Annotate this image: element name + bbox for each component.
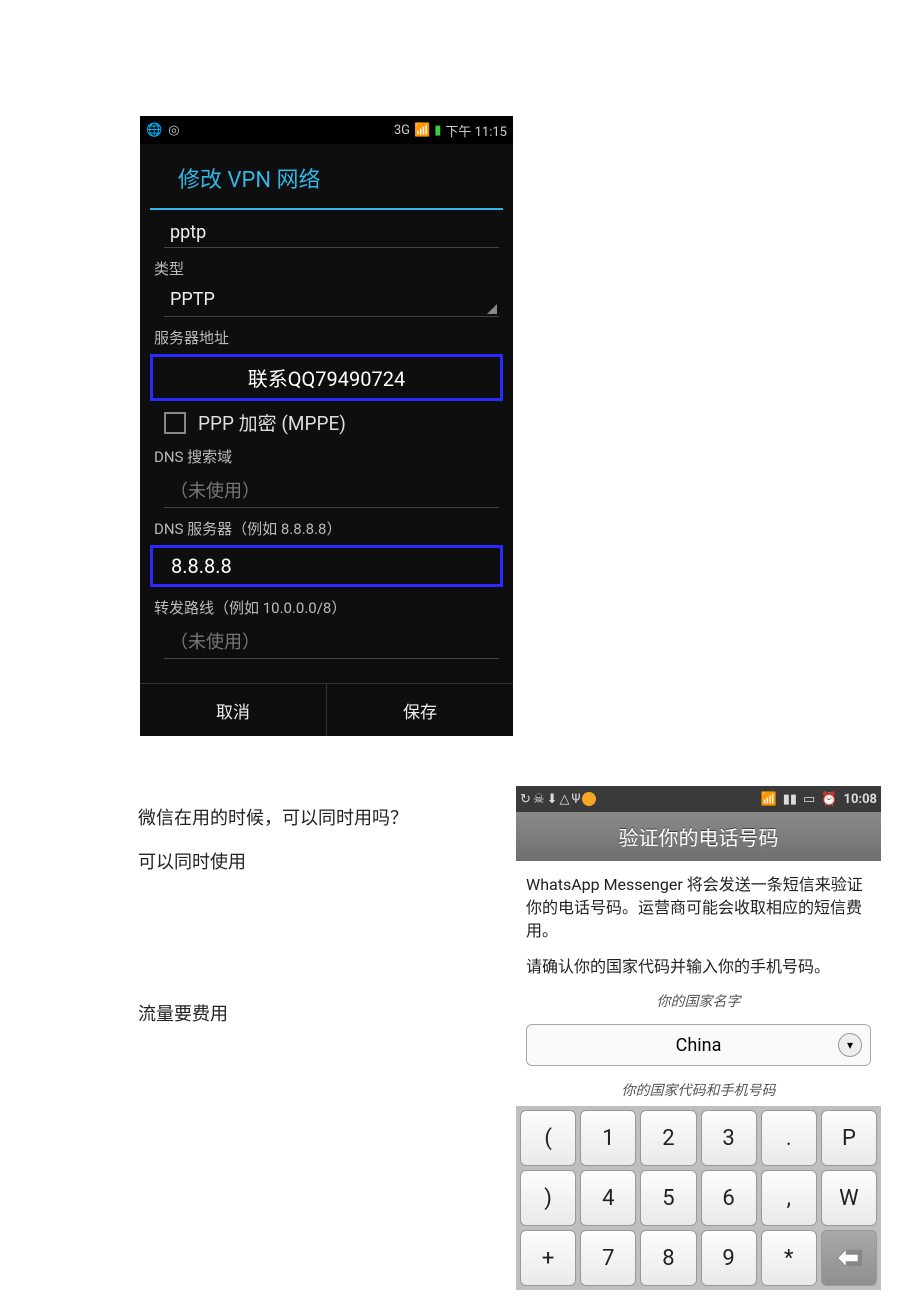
dns-search-label: DNS 搜索域	[154, 446, 499, 467]
dialog-title: 修改 VPN 网络	[150, 144, 503, 210]
status-bar-2: ↻ ☠ ⬇ △ Ψ 📶 ▮▮ ▭ ⏰ 10:08	[516, 786, 881, 812]
status-time: 下午 11:15	[445, 121, 507, 140]
key-w[interactable]: W	[821, 1170, 877, 1226]
country-value: China	[676, 1035, 722, 1056]
type-label: 类型	[154, 258, 499, 279]
key-paren-open[interactable]: (	[520, 1110, 576, 1166]
numeric-keyboard: ( 1 2 3 . P ) 4 5 6 , W + 7 8 9 *	[516, 1106, 881, 1290]
dns-server-label: DNS 服务器（例如 8.8.8.8）	[154, 518, 499, 539]
ppp-encrypt-label: PPP 加密 (MPPE)	[198, 409, 346, 436]
signal-icon: 📶	[414, 123, 430, 138]
verify-body-2: 请确认你的国家代码并输入你的手机号码。	[526, 955, 871, 978]
doc-question-1: 微信在用的时候，可以同时用吗？	[138, 804, 408, 830]
country-select[interactable]: China ▾	[526, 1024, 871, 1066]
verify-body-1: WhatsApp Messenger 将会发送一条短信来验证你的电话号码。运营商…	[526, 873, 871, 943]
status-bar: 🌐 ◎ 3G 📶 ▮ 下午 11:15	[140, 116, 513, 144]
dns-search-input[interactable]: （未使用）	[164, 471, 499, 508]
key-5[interactable]: 5	[640, 1170, 696, 1226]
key-6[interactable]: 6	[701, 1170, 757, 1226]
key-8[interactable]: 8	[640, 1230, 696, 1286]
doc-note: 流量要费用	[138, 1000, 228, 1026]
app-icon: 🌐	[146, 123, 162, 138]
signal-icon-2: ▮▮	[783, 792, 797, 807]
wifi-icon: 📶	[761, 792, 777, 807]
type-value: PPTP	[170, 289, 215, 310]
app-icon-2: ◎	[168, 123, 179, 138]
cancel-button[interactable]: 取消	[140, 684, 327, 736]
verify-header: 验证你的电话号码	[516, 812, 881, 861]
key-comma[interactable]: ,	[761, 1170, 817, 1226]
vpn-settings-screenshot: 🌐 ◎ 3G 📶 ▮ 下午 11:15 修改 VPN 网络 pptp 类型 PP…	[140, 116, 513, 736]
server-address-input[interactable]: 联系QQ79490724	[150, 354, 503, 401]
alarm-icon: ⏰	[821, 792, 837, 807]
orange-dot-icon	[582, 792, 596, 806]
dropdown-caret-icon	[487, 304, 497, 314]
chevron-down-icon: ▾	[838, 1033, 862, 1057]
key-paren-close[interactable]: )	[520, 1170, 576, 1226]
backspace-icon	[836, 1249, 862, 1267]
key-plus[interactable]: +	[520, 1230, 576, 1286]
usb-icon: Ψ	[571, 792, 580, 807]
network-3g-icon: 3G	[394, 123, 410, 138]
key-9[interactable]: 9	[701, 1230, 757, 1286]
save-button[interactable]: 保存	[327, 684, 513, 736]
key-4[interactable]: 4	[580, 1170, 636, 1226]
key-1[interactable]: 1	[580, 1110, 636, 1166]
type-dropdown[interactable]: PPTP	[164, 283, 499, 317]
key-asterisk[interactable]: *	[761, 1230, 817, 1286]
route-input[interactable]: （未使用）	[164, 622, 499, 659]
route-label: 转发路线（例如 10.0.0.0/8）	[154, 597, 499, 618]
server-address-label: 服务器地址	[154, 327, 499, 348]
key-backspace[interactable]	[821, 1230, 877, 1286]
status-time-2: 10:08	[844, 792, 878, 807]
country-name-label: 你的国家名字	[526, 992, 871, 1012]
battery-icon: ▮	[434, 123, 441, 138]
ppp-encrypt-checkbox-row[interactable]: PPP 加密 (MPPE)	[164, 409, 499, 436]
key-dot[interactable]: .	[761, 1110, 817, 1166]
checkbox-icon	[164, 412, 186, 434]
vpn-name-input[interactable]: pptp	[164, 216, 499, 248]
battery-icon-2: ▭	[803, 792, 815, 807]
key-3[interactable]: 3	[701, 1110, 757, 1166]
key-2[interactable]: 2	[640, 1110, 696, 1166]
dns-server-input[interactable]: 8.8.8.8	[150, 545, 503, 587]
download-icon: ⬇	[547, 792, 558, 807]
skull-icon: ☠	[533, 792, 545, 807]
key-p[interactable]: P	[821, 1110, 877, 1166]
whatsapp-verify-screenshot: ↻ ☠ ⬇ △ Ψ 📶 ▮▮ ▭ ⏰ 10:08 验证你的电话号码 WhatsA…	[516, 786, 881, 1290]
country-code-label: 你的国家代码和手机号码	[516, 1080, 881, 1100]
sync-icon: ↻	[520, 792, 531, 807]
key-7[interactable]: 7	[580, 1230, 636, 1286]
warning-icon: △	[559, 792, 569, 807]
doc-answer-1: 可以同时使用	[138, 848, 246, 874]
